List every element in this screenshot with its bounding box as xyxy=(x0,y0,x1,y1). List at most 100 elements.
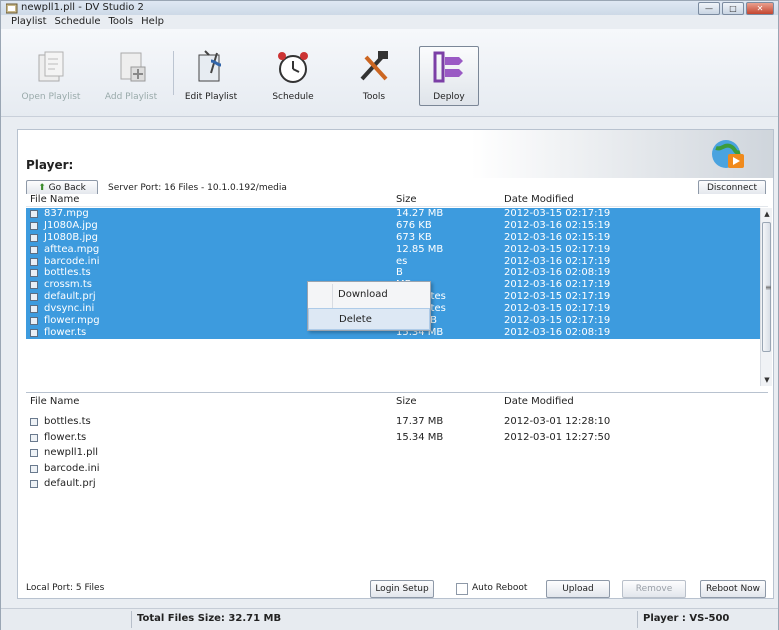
download-menu-item[interactable]: Download xyxy=(308,284,430,306)
toolbar-separator xyxy=(173,51,174,95)
open-playlist-icon xyxy=(38,51,64,82)
server-list-scrollbar[interactable]: ▲ ≡ ▼ xyxy=(760,208,772,386)
scroll-grip-icon: ≡ xyxy=(765,283,772,292)
file-icon xyxy=(30,210,38,218)
scroll-down-arrow-icon[interactable]: ▼ xyxy=(761,374,773,386)
upload-button[interactable]: Upload xyxy=(546,580,610,598)
file-icon xyxy=(30,480,38,488)
tools-button[interactable]: Tools xyxy=(344,47,404,111)
server-file-row[interactable]: 837.mpg 14.27 MB 2012-03-15 02:17:19 xyxy=(26,208,768,220)
file-date: 2012-03-15 02:17:19 xyxy=(504,208,611,219)
file-date: 2012-03-15 02:17:19 xyxy=(504,243,611,255)
local-file-row[interactable]: newpll1.pll xyxy=(26,445,768,461)
file-date: 2012-03-01 12:27:50 xyxy=(504,431,611,443)
col-date-modified[interactable]: Date Modified xyxy=(504,396,574,407)
tools-icon xyxy=(360,51,388,81)
local-port-info: Local Port: 5 Files xyxy=(26,583,105,593)
local-file-row[interactable]: default.prj xyxy=(26,476,768,492)
file-name: flower.ts xyxy=(44,431,87,443)
list-divider xyxy=(26,392,768,393)
scroll-up-arrow-icon[interactable]: ▲ xyxy=(761,208,773,220)
file-date: 2012-03-16 02:08:19 xyxy=(504,267,611,279)
col-size[interactable]: Size xyxy=(396,194,417,205)
server-file-row[interactable]: J1080A.jpg 676 KB 2012-03-16 02:15:19 xyxy=(26,219,768,232)
schedule-label: Schedule xyxy=(272,92,314,102)
col-file-name[interactable]: File Name xyxy=(30,396,79,407)
minimize-button[interactable]: — xyxy=(698,2,720,15)
file-icon xyxy=(30,418,38,426)
file-name: default.prj xyxy=(44,478,96,489)
file-name: barcode.ini xyxy=(44,255,100,267)
local-file-row[interactable]: barcode.ini xyxy=(26,461,768,477)
login-setup-button[interactable]: Login Setup xyxy=(370,580,434,598)
deploy-button[interactable]: Deploy xyxy=(419,46,479,106)
auto-reboot-checkbox[interactable] xyxy=(456,583,468,595)
reboot-now-button[interactable]: Reboot Now xyxy=(700,580,766,598)
file-name: bottles.ts xyxy=(44,416,91,427)
schedule-button[interactable]: Schedule xyxy=(263,47,323,111)
remove-button[interactable]: Remove xyxy=(622,580,686,598)
col-size[interactable]: Size xyxy=(396,396,417,407)
server-file-row[interactable]: J1080B.jpg 673 KB 2012-03-16 02:15:19 xyxy=(26,231,768,244)
file-name: default.prj xyxy=(44,291,96,303)
file-icon xyxy=(30,317,38,326)
add-playlist-button[interactable]: Add Playlist xyxy=(101,47,161,111)
file-date: 2012-03-16 02:08:19 xyxy=(504,326,611,338)
file-size: B xyxy=(396,267,403,279)
status-bar: Total Files Size: 32.71 MB Player : VS-5… xyxy=(1,608,778,630)
col-file-name[interactable]: File Name xyxy=(30,194,79,205)
menu-tools[interactable]: Tools xyxy=(109,15,134,29)
add-playlist-icon xyxy=(120,52,146,82)
file-name: barcode.ini xyxy=(44,462,100,474)
file-icon xyxy=(30,293,38,302)
close-button[interactable]: ✕ xyxy=(746,2,774,15)
local-file-row[interactable]: bottles.ts 17.37 MB 2012-03-01 12:28:10 xyxy=(26,414,768,430)
menu-playlist[interactable]: Playlist xyxy=(11,15,47,29)
add-playlist-label: Add Playlist xyxy=(104,92,158,102)
total-size-status: Total Files Size: 32.71 MB xyxy=(137,613,282,624)
menu-help[interactable]: Help xyxy=(141,15,164,29)
server-file-row[interactable]: barcode.ini es 2012-03-16 02:17:19 xyxy=(26,255,768,268)
globe-play-icon xyxy=(712,140,744,168)
scroll-thumb[interactable]: ≡ xyxy=(762,222,772,352)
file-icon xyxy=(30,449,38,457)
edit-playlist-label: Edit Playlist xyxy=(184,92,238,102)
file-name: crossm.ts xyxy=(44,279,92,291)
file-icon xyxy=(30,464,38,473)
file-name: 837.mpg xyxy=(44,208,89,219)
title-bar: newpll1.pll - DV Studio 2 — □ ✕ xyxy=(1,1,778,15)
app-icon xyxy=(6,3,18,14)
file-icon xyxy=(30,245,38,254)
file-icon xyxy=(30,281,38,290)
delete-menu-item[interactable]: Delete xyxy=(308,308,430,330)
server-list-header: File Name Size Date Modified xyxy=(26,194,768,207)
file-name: newpll1.pll xyxy=(44,447,99,458)
file-date: 2012-03-15 02:17:19 xyxy=(504,291,611,303)
server-file-row[interactable]: bottles.ts B 2012-03-16 02:08:19 xyxy=(26,267,768,280)
file-date: 2012-03-16 02:17:19 xyxy=(504,255,611,267)
file-icon xyxy=(30,233,38,242)
menu-bar: Playlist Schedule Tools Help xyxy=(1,15,778,29)
file-icon xyxy=(30,305,38,314)
file-name: J1080A.jpg xyxy=(44,219,98,231)
file-size: 676 KB xyxy=(396,219,432,231)
player-panel: Player: ⬆ Go Back Server Port: 16 Files … xyxy=(17,129,774,599)
tools-label: Tools xyxy=(362,92,386,102)
file-size: 673 KB xyxy=(396,231,432,243)
file-icon xyxy=(30,433,38,442)
local-file-row[interactable]: flower.ts 15.34 MB 2012-03-01 12:27:50 xyxy=(26,430,768,446)
file-name: flower.ts xyxy=(44,326,87,338)
col-date-modified[interactable]: Date Modified xyxy=(504,194,574,205)
open-playlist-label: Open Playlist xyxy=(21,92,81,102)
context-menu: Download Delete xyxy=(307,281,431,331)
server-file-row[interactable]: afttea.mpg 12.85 MB 2012-03-15 02:17:19 xyxy=(26,243,768,256)
deploy-icon xyxy=(433,51,463,83)
file-icon xyxy=(30,221,38,230)
file-date: 2012-03-01 12:28:10 xyxy=(504,416,611,427)
maximize-button[interactable]: □ xyxy=(722,2,744,15)
file-size: 14.27 MB xyxy=(396,208,444,219)
menu-schedule[interactable]: Schedule xyxy=(55,15,101,29)
open-playlist-button[interactable]: Open Playlist xyxy=(21,47,81,111)
go-back-label: Go Back xyxy=(48,183,86,193)
edit-playlist-button[interactable]: Edit Playlist xyxy=(181,47,241,111)
